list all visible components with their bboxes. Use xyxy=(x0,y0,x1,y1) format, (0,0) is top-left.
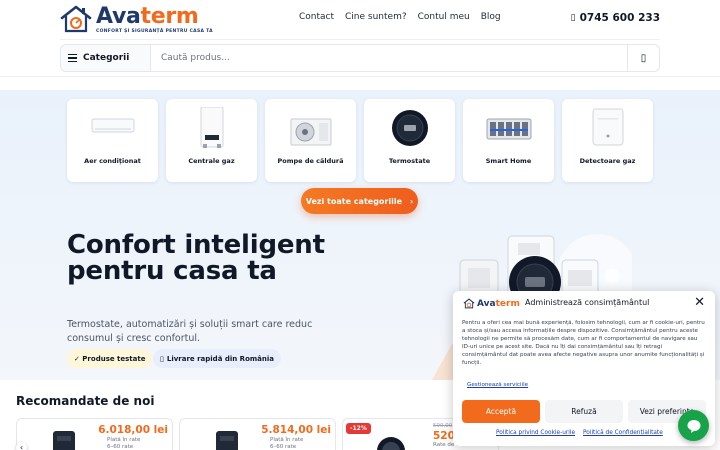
search-button[interactable]: ▯ xyxy=(627,45,659,71)
truck-icon: ▯ xyxy=(160,354,164,363)
cookie-consent-dialog: Avaterm Administrează consimțământul ✕ P… xyxy=(453,291,715,446)
product-installments: Plată în rate xyxy=(107,437,141,443)
brand-name: Avaterm xyxy=(96,3,199,29)
category-card-gas-boilers[interactable]: Centrale gaz xyxy=(166,99,257,182)
consent-body: Pentru a oferi cea mai bună experiență, … xyxy=(462,320,705,367)
all-categories-button[interactable]: Vezi toate categoriile › xyxy=(301,188,418,214)
thermostat-product-image xyxy=(377,437,405,450)
category-card-heat-pumps[interactable]: Pompe de căldură xyxy=(265,99,356,182)
header-bottom-divider xyxy=(0,76,720,77)
search-icon: ▯ xyxy=(640,52,647,64)
category-label: Smart Home xyxy=(485,157,532,165)
search-bar: Categorii ▯ xyxy=(60,44,660,72)
consent-title: Administrează consimțământul xyxy=(525,298,650,307)
privacy-policy-link[interactable]: Politică de Confidențialitate xyxy=(583,430,663,436)
category-label: Detectoare gaz xyxy=(579,157,636,165)
chat-button[interactable] xyxy=(678,410,709,441)
phone-link[interactable]: ▯ 0745 600 233 xyxy=(571,12,660,24)
categories-button[interactable]: Categorii xyxy=(61,45,151,71)
product-installment-range: 6–60 rate xyxy=(270,444,297,450)
heat-pump-product-image xyxy=(53,431,75,450)
gas-detector-icon xyxy=(592,108,623,146)
site-logo[interactable]: Avaterm CONFORT ȘI SIGURANȚĂ PENTRU CASA… xyxy=(60,4,213,34)
deny-button[interactable]: Refuză xyxy=(545,400,623,423)
product-installment-range: 6–60 rate xyxy=(107,444,134,450)
product-card[interactable]: 5.814,00 lei Plată în rate 6–60 rate xyxy=(179,418,336,450)
discount-badge: -12% xyxy=(346,423,371,434)
category-card-air-conditioning[interactable]: Aer condiționat xyxy=(67,99,158,182)
hero-subtitle: Termostate, automatizări și soluții smar… xyxy=(67,319,313,344)
product-card[interactable]: 6.018,00 lei Plată în rate 6–60 rate xyxy=(16,418,173,450)
phone-number: 0745 600 233 xyxy=(579,12,660,24)
hero-title: Confort inteligent pentru casa ta xyxy=(67,230,325,286)
cookie-policy-link[interactable]: Politica privind Cookie-urile xyxy=(496,430,575,436)
carousel-prev-button[interactable]: ‹ xyxy=(16,442,27,450)
product-installments: Plată în rate xyxy=(270,437,304,443)
badge-tested-products: ✓ Produse testate xyxy=(67,349,153,368)
product-price: 520 xyxy=(433,430,455,442)
all-categories-label: Vezi toate categoriile xyxy=(305,196,403,206)
heat-pump-icon xyxy=(290,118,331,146)
heat-pump-product-image xyxy=(216,431,238,450)
consent-logo: Avaterm xyxy=(463,298,520,309)
nav-blog[interactable]: Blog xyxy=(481,12,501,22)
category-label: Termostate xyxy=(388,157,431,165)
categories-label: Categorii xyxy=(83,53,130,63)
menu-icon xyxy=(68,53,77,63)
manage-services-link[interactable]: Gestionează serviciile xyxy=(467,382,528,388)
chat-bubble-icon xyxy=(687,419,700,433)
phone-icon: ▯ xyxy=(570,13,576,23)
category-label: Aer condiționat xyxy=(84,157,141,165)
gas-boiler-icon xyxy=(200,107,223,148)
category-label: Pompe de căldură xyxy=(277,157,344,165)
category-label: Centrale gaz xyxy=(188,157,235,165)
category-card-gas-detectors[interactable]: Detectoare gaz xyxy=(562,99,653,182)
house-logo-icon xyxy=(463,298,475,309)
recommendations-title: Recomandate de noi xyxy=(16,394,155,408)
nav-about[interactable]: Cine suntem? xyxy=(345,12,407,22)
thermostat-icon xyxy=(391,110,428,146)
nav-account[interactable]: Contul meu xyxy=(418,12,470,22)
chevron-right-icon: › xyxy=(410,196,414,206)
brand-tagline: CONFORT ȘI SIGURANȚĂ PENTRU CASA TA xyxy=(96,28,213,34)
header: Avaterm CONFORT ȘI SIGURANȚĂ PENTRU CASA… xyxy=(0,0,720,40)
category-grid: Aer condiționat Centrale gaz Pompe de că… xyxy=(67,99,653,182)
search-input[interactable] xyxy=(151,45,627,71)
product-old-price: 590,00 xyxy=(433,423,453,429)
top-nav: Contact Cine suntem? Contul meu Blog xyxy=(299,12,501,22)
consent-brand-name: Avaterm xyxy=(477,298,520,309)
header-divider xyxy=(60,39,660,40)
chevron-left-icon: ‹ xyxy=(19,443,24,450)
product-price: 5.814,00 lei xyxy=(261,424,331,436)
category-card-thermostats[interactable]: Termostate xyxy=(364,99,455,182)
accept-button[interactable]: Acceptă xyxy=(462,400,540,423)
nav-contact[interactable]: Contact xyxy=(299,12,334,22)
smart-home-icon xyxy=(486,118,531,140)
close-icon[interactable]: ✕ xyxy=(694,295,705,310)
house-logo-icon xyxy=(60,5,92,33)
air-conditioner-icon xyxy=(91,118,134,133)
badge-fast-delivery: ▯ Livrare rapidă din România xyxy=(153,349,282,368)
product-price: 6.018,00 lei xyxy=(98,424,168,436)
category-card-smart-home[interactable]: Smart Home xyxy=(463,99,554,182)
